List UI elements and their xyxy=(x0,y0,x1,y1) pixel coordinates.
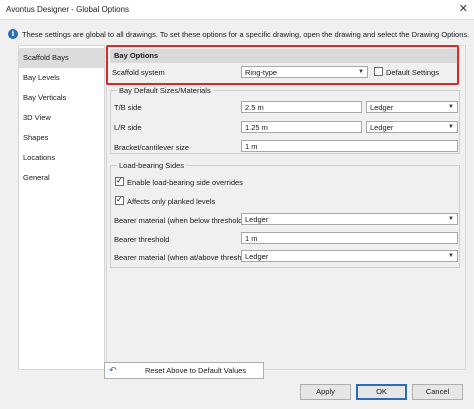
chevron-down-icon: ▼ xyxy=(448,216,454,222)
bearer-above-label: Bearer material (when at/above threshold… xyxy=(114,253,255,262)
bearer-above-value: Ledger xyxy=(245,252,269,261)
info-bar: i These settings are global to all drawi… xyxy=(0,28,474,42)
chevron-down-icon: ▼ xyxy=(448,104,454,110)
bay-default-sizes-title: Bay Default Sizes/Materials xyxy=(117,86,213,95)
enable-overrides-checkbox[interactable]: ✓ xyxy=(115,176,124,186)
planked-only-checkbox[interactable]: ✓ xyxy=(115,195,124,205)
load-bearing-title: Load-bearing Sides xyxy=(117,161,187,170)
reset-defaults-button[interactable]: ↶ Reset Above to Default Values xyxy=(104,362,264,379)
ok-button[interactable]: OK xyxy=(356,384,407,400)
chevron-down-icon: ▼ xyxy=(448,253,454,259)
tb-side-material-select[interactable]: Ledger ▼ xyxy=(366,101,458,113)
sidebar-item-general[interactable]: General xyxy=(19,168,104,188)
scaffold-system-value: Ring-type xyxy=(245,68,278,77)
bearer-below-select[interactable]: Ledger ▼ xyxy=(241,213,458,225)
sidebar: Scaffold Bays Bay Levels Bay Verticals 3… xyxy=(18,45,105,370)
close-icon[interactable]: ✕ xyxy=(459,2,468,16)
bracket-size-value: 1 m xyxy=(245,142,258,151)
sidebar-item-shapes[interactable]: Shapes xyxy=(19,128,104,148)
bearer-below-value: Ledger xyxy=(245,215,269,224)
bearer-threshold-label: Bearer threshold xyxy=(114,235,170,244)
scaffold-system-select[interactable]: Ring-type ▼ xyxy=(241,66,368,78)
sidebar-item-3d-view[interactable]: 3D View xyxy=(19,108,104,128)
bracket-size-label: Bracket/cantilever size xyxy=(114,143,190,152)
sidebar-item-locations[interactable]: Locations xyxy=(19,148,104,168)
checkmark-icon: ✓ xyxy=(116,176,123,185)
bearer-threshold-input[interactable]: 1 m xyxy=(241,232,458,244)
enable-overrides-label: Enable load-bearing side overrides xyxy=(127,178,243,187)
lr-side-material-value: Ledger xyxy=(370,123,394,132)
apply-button[interactable]: Apply xyxy=(300,384,351,400)
bay-options-heading: Bay Options xyxy=(110,49,460,63)
default-settings-label: Default Settings xyxy=(386,68,439,77)
planked-only-label: Affects only planked levels xyxy=(127,197,216,206)
bearer-above-select[interactable]: Ledger ▼ xyxy=(241,250,458,262)
bearer-below-label: Bearer material (when below threshold) xyxy=(114,216,245,225)
info-text: These settings are global to all drawing… xyxy=(22,30,470,39)
lr-side-input[interactable]: 1.25 m xyxy=(241,121,362,133)
cancel-button[interactable]: Cancel xyxy=(412,384,463,400)
undo-icon: ↶ xyxy=(109,365,117,375)
bracket-size-input[interactable]: 1 m xyxy=(241,140,458,152)
lr-side-label: L/R side xyxy=(114,123,142,132)
reset-defaults-label: Reset Above to Default Values xyxy=(145,366,247,375)
scaffold-system-label: Scaffold system xyxy=(112,68,165,77)
title-bar: Avontus Designer - Global Options ✕ xyxy=(0,0,474,20)
chevron-down-icon: ▼ xyxy=(448,124,454,130)
tb-side-value: 2.5 m xyxy=(245,103,264,112)
bearer-threshold-value: 1 m xyxy=(245,234,258,243)
tb-side-input[interactable]: 2.5 m xyxy=(241,101,362,113)
lr-side-value: 1.25 m xyxy=(245,123,268,132)
sidebar-item-bay-levels[interactable]: Bay Levels xyxy=(19,68,104,88)
default-settings-checkbox[interactable] xyxy=(374,67,383,76)
sidebar-item-scaffold-bays[interactable]: Scaffold Bays xyxy=(19,48,104,68)
window-title: Avontus Designer - Global Options xyxy=(6,5,130,14)
lr-side-material-select[interactable]: Ledger ▼ xyxy=(366,121,458,133)
options-panel: Bay Options Scaffold system Ring-type ▼ … xyxy=(106,45,466,370)
info-icon: i xyxy=(8,29,18,39)
tb-side-material-value: Ledger xyxy=(370,103,394,112)
sidebar-item-bay-verticals[interactable]: Bay Verticals xyxy=(19,88,104,108)
checkmark-icon: ✓ xyxy=(116,195,123,204)
chevron-down-icon: ▼ xyxy=(358,69,364,75)
tb-side-label: T/B side xyxy=(114,103,142,112)
